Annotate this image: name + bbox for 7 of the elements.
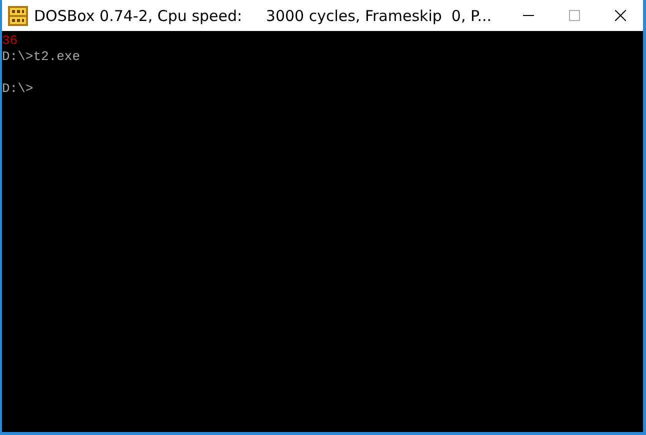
console-line: D:\>t2.exe <box>2 49 80 65</box>
close-icon <box>614 10 626 21</box>
console-line: D:\> <box>2 81 34 97</box>
window-title: DOSBox 0.74-2, Cpu speed: 3000 cycles, Frameskip 0, P... <box>34 6 493 24</box>
app-logo-icon <box>8 6 28 26</box>
maximize-icon <box>568 10 580 21</box>
console-line: 36 <box>2 33 18 49</box>
